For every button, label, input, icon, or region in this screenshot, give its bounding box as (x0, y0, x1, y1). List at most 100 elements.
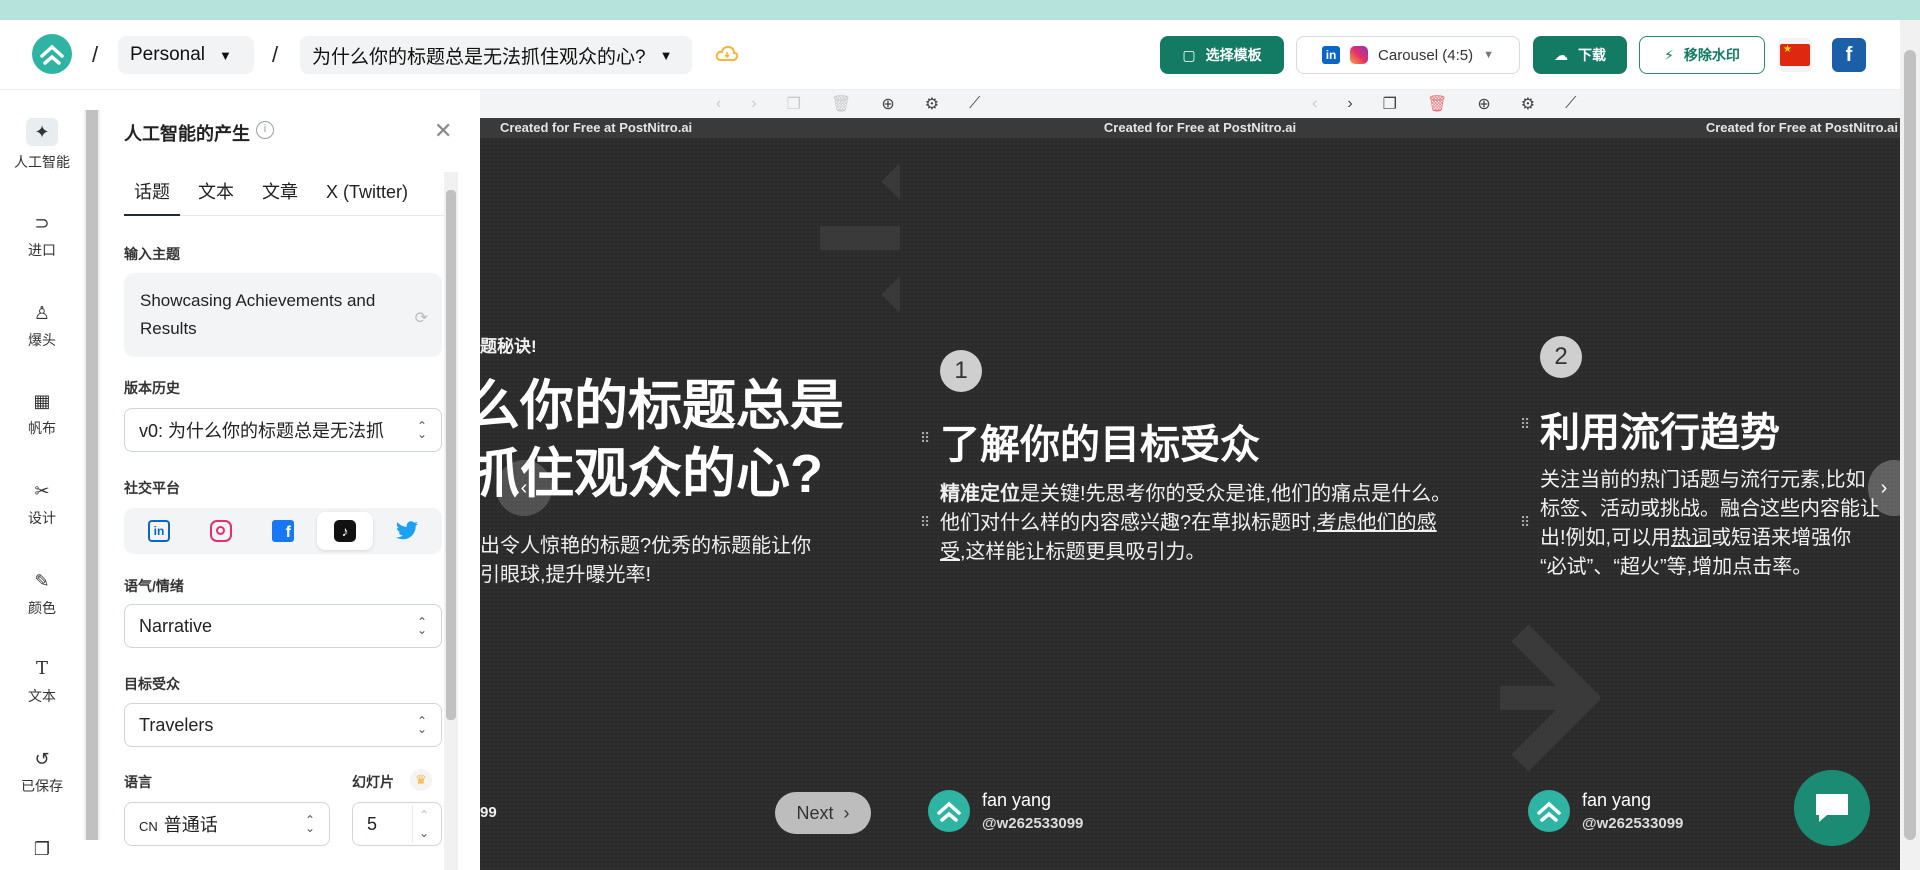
rail-item-label: 已保存 (21, 778, 63, 794)
project-title-dropdown[interactable]: 为什么你的标题总是无法抓住观众的心? ▼ (300, 36, 692, 74)
twitter-platform-button[interactable] (379, 512, 435, 550)
language-select[interactable]: CN 普通话 ⌃ ⌄ (124, 802, 330, 846)
drag-handle-icon[interactable]: ⠿ (1520, 416, 1530, 433)
move-right-icon[interactable]: › (1347, 95, 1352, 113)
topic-value: Showcasing Achievements and Results (140, 291, 376, 338)
move-left-icon[interactable]: ‹ (716, 95, 721, 113)
facebook-button[interactable]: f (1832, 38, 1866, 72)
rail-scrollbar[interactable] (84, 110, 100, 840)
add-slide-icon[interactable]: ⊕ (881, 94, 894, 114)
tiktok-platform-button[interactable]: ♪ (317, 512, 373, 550)
workspace-dropdown[interactable]: Personal ▼ (118, 36, 254, 74)
chevron-down-icon: ▼ (1483, 49, 1494, 61)
slide-0-handle: 99 (480, 804, 497, 821)
rail-item-more[interactable]: ❐ (0, 838, 84, 866)
watermark-bar: Created for Free at PostNitro.ai (900, 118, 1500, 138)
top-strip (0, 0, 1920, 20)
panel-scrollbar-thumb[interactable] (446, 190, 456, 720)
rail-item-headshot[interactable]: ♙ 爆头 (0, 302, 84, 350)
rail-item-text[interactable]: T 文本 (0, 658, 84, 706)
platform-format-label: Carousel (4:5) (1378, 46, 1474, 64)
left-rail: ✦ 人工智能 ⊃ 进口 ♙ 爆头 ▦ 帆布 ✂ 设计 ✎ 颜色 T 文本 ↺ 已… (0, 90, 84, 870)
slides-label: 幻灯片 (352, 774, 394, 790)
move-left-icon[interactable]: ‹ (1312, 95, 1317, 113)
audience-select[interactable]: Travelers ⌃ ⌄ (124, 703, 442, 747)
rail-item-import[interactable]: ⊃ 进口 (0, 212, 84, 260)
instagram-platform-button[interactable] (193, 512, 249, 550)
settings-sliders-icon[interactable]: ⚙ (1521, 94, 1535, 114)
linkedin-platform-button[interactable]: in (131, 512, 187, 550)
app-logo[interactable] (32, 34, 72, 74)
rail-item-label: 人工智能 (14, 154, 70, 170)
delete-icon[interactable]: 🗑 (831, 94, 851, 114)
updown-chevron-icon: ⌃ ⌄ (416, 419, 427, 441)
refresh-icon[interactable]: ⟳ (415, 305, 428, 333)
remove-watermark-button[interactable]: ⚡ 移除水印 (1639, 36, 1765, 74)
drag-handle-icon[interactable]: ⠿ (920, 514, 930, 531)
editor-canvas: ‹ › ❐ 🗑 ⊕ ⚙ ⟋ ‹ › ❐ 🗑 ⊕ ⚙ ⟋ Created for … (480, 90, 1900, 870)
duplicate-icon[interactable]: ❐ (1383, 94, 1397, 114)
watermark-text: Created for Free at PostNitro.ai (1705, 120, 1898, 135)
updown-chevron-icon: ⌃ ⌄ (416, 615, 427, 637)
tab-topic[interactable]: 话题 (124, 180, 180, 216)
topic-input[interactable]: Showcasing Achievements and Results ⟳ (124, 273, 442, 357)
author-name: fan yang (1582, 790, 1652, 810)
tone-select[interactable]: Narrative ⌃ ⌄ (124, 604, 442, 648)
template-icon: ▢ (1182, 46, 1196, 63)
china-flag-icon: ★ (1780, 44, 1810, 66)
settings-sliders-icon[interactable]: ⚙ (925, 94, 939, 114)
add-slide-icon[interactable]: ⊕ (1477, 94, 1490, 114)
rail-item-ai[interactable]: ✦ 人工智能 (0, 118, 84, 172)
watermark-text: Created for Free at PostNitro.ai (500, 120, 693, 135)
close-icon[interactable]: ✕ (434, 118, 452, 144)
drag-handle-icon[interactable]: ⠿ (1520, 514, 1530, 531)
workspace-label: Personal (130, 44, 205, 65)
canvas-icon: ▦ (33, 391, 51, 411)
slide-1-author: fan yang @w262533099 (928, 790, 1083, 832)
watermark-text: Created for Free at PostNitro.ai (1103, 120, 1297, 135)
audience-label: 目标受众 (124, 676, 180, 692)
slide-0-body: 出令人惊艳的标题?优秀的标题能让你 引眼球,提升曝光率! (480, 532, 811, 590)
move-right-icon[interactable]: › (751, 95, 756, 113)
slides-count-stepper[interactable]: 5 ⌃ ⌄ (352, 802, 442, 846)
next-button[interactable]: Next › (775, 792, 871, 834)
slide-2[interactable]: Created for Free at PostNitro.ai 2 ⠿ 利用流… (1500, 118, 1900, 870)
chart-add-icon[interactable]: ⟋ (969, 95, 980, 113)
chat-support-button[interactable] (1794, 770, 1870, 846)
tab-twitter[interactable]: X (Twitter) (316, 180, 418, 216)
facebook-platform-button[interactable]: f (255, 512, 311, 550)
choose-template-button[interactable]: ▢ 选择模板 (1160, 36, 1284, 74)
page-scrollbar-thumb[interactable] (1904, 50, 1916, 840)
tab-text[interactable]: 文本 (188, 180, 244, 216)
language-flag-button[interactable]: ★ (1778, 38, 1812, 72)
carousel-prev-button[interactable]: ‹ (496, 460, 552, 516)
delete-icon[interactable]: 🗑 (1427, 94, 1447, 114)
download-button[interactable]: ☁ 下载 (1533, 36, 1627, 74)
page-scrollbar[interactable] (1900, 20, 1920, 870)
platform-format-dropdown[interactable]: in Carousel (4:5) ▼ (1296, 36, 1520, 74)
stepper-up-icon[interactable]: ⌃ (419, 806, 429, 824)
rail-item-color[interactable]: ✎ 颜色 (0, 570, 84, 618)
panel-scrollbar[interactable] (444, 172, 458, 870)
slide-2-author: fan yang @w262533099 (1528, 790, 1683, 832)
rail-scrollbar-thumb[interactable] (86, 110, 98, 840)
drag-handle-icon[interactable]: ⠿ (920, 430, 930, 447)
info-icon[interactable]: i (256, 121, 274, 139)
breadcrumb-separator: / (272, 42, 279, 67)
cloud-download-icon: ☁ (1554, 46, 1568, 63)
stepper-down-icon[interactable]: ⌄ (419, 824, 429, 842)
slide-2-body-line3: 出!例如,可以用热词或短语来增强你 (1540, 524, 1880, 553)
rail-item-design[interactable]: ✂ 设计 (0, 480, 84, 528)
cloud-sync-icon[interactable] (715, 44, 739, 64)
slide-1[interactable]: Created for Free at PostNitro.ai 1 ⠿ 了解你… (900, 118, 1500, 870)
rail-item-canvas[interactable]: ▦ 帆布 (0, 390, 84, 438)
rail-item-saved[interactable]: ↺ 已保存 (0, 748, 84, 796)
linkedin-icon: in (1322, 46, 1341, 64)
stepper-arrows[interactable]: ⌃ ⌄ (411, 806, 429, 842)
language-label: 语言 (124, 774, 152, 790)
duplicate-icon[interactable]: ❐ (787, 94, 801, 114)
chart-add-icon[interactable]: ⟋ (1565, 95, 1576, 113)
rail-item-label: 爆头 (28, 332, 56, 348)
version-history-select[interactable]: v0: 为什么你的标题总是无法抓 ⌃ ⌄ (124, 408, 442, 452)
tab-article[interactable]: 文章 (252, 180, 308, 216)
